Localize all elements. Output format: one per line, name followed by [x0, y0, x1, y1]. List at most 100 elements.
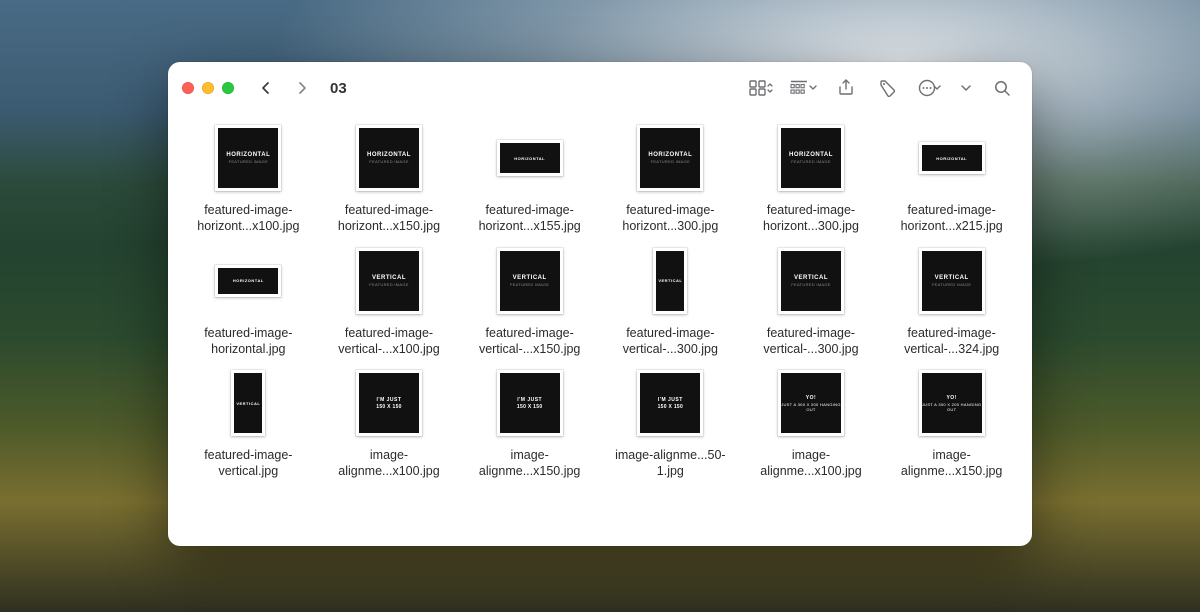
file-item[interactable]: HORIZONTAL featured-image-horizont...x155…	[463, 120, 596, 235]
file-item[interactable]: HORIZONTALFEATURED IMAGE featured-image-h…	[323, 120, 456, 235]
file-name[interactable]: featured-image-vertical.jpg	[184, 447, 312, 480]
file-thumbnail[interactable]: HORIZONTALFEATURED IMAGE	[604, 120, 737, 196]
file-item[interactable]: VERTICAL featured-image-vertical-...300.j…	[604, 243, 737, 358]
thumbnail-image: YO!JUST A 300 X 200 HANGING OUT	[919, 370, 985, 436]
file-name[interactable]: featured-image-vertical-...x100.jpg	[325, 325, 453, 358]
thumbnail-image: VERTICALFEATURED IMAGE	[778, 248, 844, 314]
thumbnail-image: VERTICALFEATURED IMAGE	[356, 248, 422, 314]
thumbnail-text-1: VERTICAL	[658, 278, 682, 283]
file-name[interactable]: featured-image-horizont...x150.jpg	[325, 202, 453, 235]
file-name[interactable]: featured-image-horizont...300.jpg	[606, 202, 734, 235]
file-thumbnail[interactable]: I'M JUST150 X 150	[323, 365, 456, 441]
file-name[interactable]: featured-image-horizont...x215.jpg	[888, 202, 1016, 235]
thumbnail-text-2: FEATURED IMAGE	[510, 282, 549, 287]
thumbnail-image: HORIZONTALFEATURED IMAGE	[778, 125, 844, 191]
file-thumbnail[interactable]: VERTICAL	[182, 365, 315, 441]
thumbnail-text-2: 150 X 150	[658, 404, 684, 410]
file-thumbnail[interactable]: HORIZONTALFEATURED IMAGE	[323, 120, 456, 196]
file-name[interactable]: featured-image-horizont...300.jpg	[747, 202, 875, 235]
thumbnail-text-1: HORIZONTAL	[936, 156, 967, 161]
file-item[interactable]: VERTICALFEATURED IMAGE featured-image-ver…	[885, 243, 1018, 358]
chevron-down-icon	[932, 80, 942, 96]
file-thumbnail[interactable]: HORIZONTALFEATURED IMAGE	[745, 120, 878, 196]
thumbnail-image: VERTICALFEATURED IMAGE	[919, 248, 985, 314]
file-thumbnail[interactable]: VERTICALFEATURED IMAGE	[463, 243, 596, 319]
group-by-button[interactable]	[788, 74, 820, 102]
thumbnail-image: VERTICAL	[231, 370, 265, 436]
file-thumbnail[interactable]: VERTICALFEATURED IMAGE	[745, 243, 878, 319]
thumbnail-image: I'M JUST150 X 150	[497, 370, 563, 436]
forward-button[interactable]	[288, 74, 316, 102]
close-button[interactable]	[182, 82, 194, 94]
toolbar-overflow-button[interactable]	[956, 74, 976, 102]
back-button[interactable]	[252, 74, 280, 102]
thumbnail-text-2: FEATURED IMAGE	[229, 159, 268, 164]
thumbnail-text-2: FEATURED IMAGE	[791, 159, 830, 164]
file-name[interactable]: featured-image-vertical-...324.jpg	[888, 325, 1016, 358]
file-name[interactable]: image-alignme...x150.jpg	[888, 447, 1016, 480]
actions-button[interactable]	[914, 74, 946, 102]
search-button[interactable]	[986, 74, 1018, 102]
thumbnail-image: I'M JUST150 X 150	[637, 370, 703, 436]
file-item[interactable]: VERTICAL featured-image-vertical.jpg	[182, 365, 315, 480]
file-thumbnail[interactable]: I'M JUST150 X 150	[463, 365, 596, 441]
file-thumbnail[interactable]: HORIZONTAL	[182, 243, 315, 319]
chevron-right-icon	[294, 80, 310, 96]
view-icons-button[interactable]	[746, 74, 778, 102]
file-item[interactable]: I'M JUST150 X 150 image-alignme...50-1.jp…	[604, 365, 737, 480]
file-thumbnail[interactable]: VERTICAL	[604, 243, 737, 319]
thumbnail-text-1: I'M JUST	[658, 397, 683, 403]
thumbnail-text-2: JUST A 300 X 200 HANGING OUT	[781, 402, 841, 412]
file-thumbnail[interactable]: YO!JUST A 300 X 200 HANGING OUT	[885, 365, 1018, 441]
thumbnail-text-1: I'M JUST	[377, 397, 402, 403]
tags-button[interactable]	[872, 74, 904, 102]
minimize-button[interactable]	[202, 82, 214, 94]
thumbnail-text-2: FEATURED IMAGE	[369, 282, 408, 287]
file-item[interactable]: VERTICALFEATURED IMAGE featured-image-ver…	[323, 243, 456, 358]
file-thumbnail[interactable]: HORIZONTAL	[463, 120, 596, 196]
file-name[interactable]: featured-image-horizontal.jpg	[184, 325, 312, 358]
file-name[interactable]: featured-image-vertical-...300.jpg	[747, 325, 875, 358]
file-grid-area[interactable]: HORIZONTALFEATURED IMAGEfeatured-image-h…	[168, 114, 1032, 546]
file-name[interactable]: featured-image-horizont...x100.jpg	[184, 202, 312, 235]
thumbnail-text-1: VERTICAL	[236, 401, 260, 406]
file-thumbnail[interactable]: HORIZONTAL	[885, 120, 1018, 196]
thumbnail-text-1: I'M JUST	[517, 397, 542, 403]
file-name[interactable]: image-alignme...x150.jpg	[466, 447, 594, 480]
file-name[interactable]: featured-image-horizont...x155.jpg	[466, 202, 594, 235]
file-thumbnail[interactable]: VERTICALFEATURED IMAGE	[885, 243, 1018, 319]
thumbnail-text-2: 150 X 150	[517, 404, 543, 410]
file-item[interactable]: HORIZONTALFEATURED IMAGE featured-image-h…	[745, 120, 878, 235]
thumbnail-text-1: VERTICAL	[372, 275, 406, 281]
file-item[interactable]: HORIZONTAL featured-image-horizont...x215…	[885, 120, 1018, 235]
thumbnail-text-1: YO!	[806, 395, 816, 401]
thumbnail-text-1: HORIZONTAL	[226, 152, 270, 158]
file-thumbnail[interactable]: HORIZONTALFEATURED IMAGE	[182, 120, 315, 196]
file-thumbnail[interactable]: I'M JUST150 X 150	[604, 365, 737, 441]
thumbnail-text-2: JUST A 300 X 200 HANGING OUT	[922, 402, 982, 412]
thumbnail-text-1: HORIZONTAL	[789, 152, 833, 158]
thumbnail-image: VERTICAL	[653, 248, 687, 314]
chevron-down-icon	[960, 80, 972, 96]
file-name[interactable]: image-alignme...50-1.jpg	[606, 447, 734, 480]
file-item[interactable]: YO!JUST A 300 X 200 HANGING OUT image-ali…	[885, 365, 1018, 480]
file-item[interactable]: I'M JUST150 X 150 image-alignme...x150.jp…	[463, 365, 596, 480]
file-item[interactable]: VERTICALFEATURED IMAGE featured-image-ver…	[745, 243, 878, 358]
file-item[interactable]: YO!JUST A 300 X 200 HANGING OUT image-ali…	[745, 365, 878, 480]
file-name[interactable]: featured-image-vertical-...300.jpg	[606, 325, 734, 358]
desktop-wallpaper: 03	[0, 0, 1200, 612]
file-name[interactable]: image-alignme...x100.jpg	[747, 447, 875, 480]
file-item[interactable]: HORIZONTAL featured-image-horizontal.jpg	[182, 243, 315, 358]
fullscreen-button[interactable]	[222, 82, 234, 94]
file-item[interactable]: HORIZONTALFEATURED IMAGE featured-image-h…	[604, 120, 737, 235]
file-item[interactable]: VERTICALFEATURED IMAGE featured-image-ver…	[463, 243, 596, 358]
file-name[interactable]: featured-image-vertical-...x150.jpg	[466, 325, 594, 358]
thumbnail-text-1: VERTICAL	[513, 275, 547, 281]
file-item[interactable]: I'M JUST150 X 150 image-alignme...x100.jp…	[323, 365, 456, 480]
share-button[interactable]	[830, 74, 862, 102]
file-thumbnail[interactable]: YO!JUST A 300 X 200 HANGING OUT	[745, 365, 878, 441]
file-name[interactable]: image-alignme...x100.jpg	[325, 447, 453, 480]
file-thumbnail[interactable]: VERTICALFEATURED IMAGE	[323, 243, 456, 319]
thumbnail-image: I'M JUST150 X 150	[356, 370, 422, 436]
file-item[interactable]: HORIZONTALFEATURED IMAGE featured-image-h…	[182, 120, 315, 235]
